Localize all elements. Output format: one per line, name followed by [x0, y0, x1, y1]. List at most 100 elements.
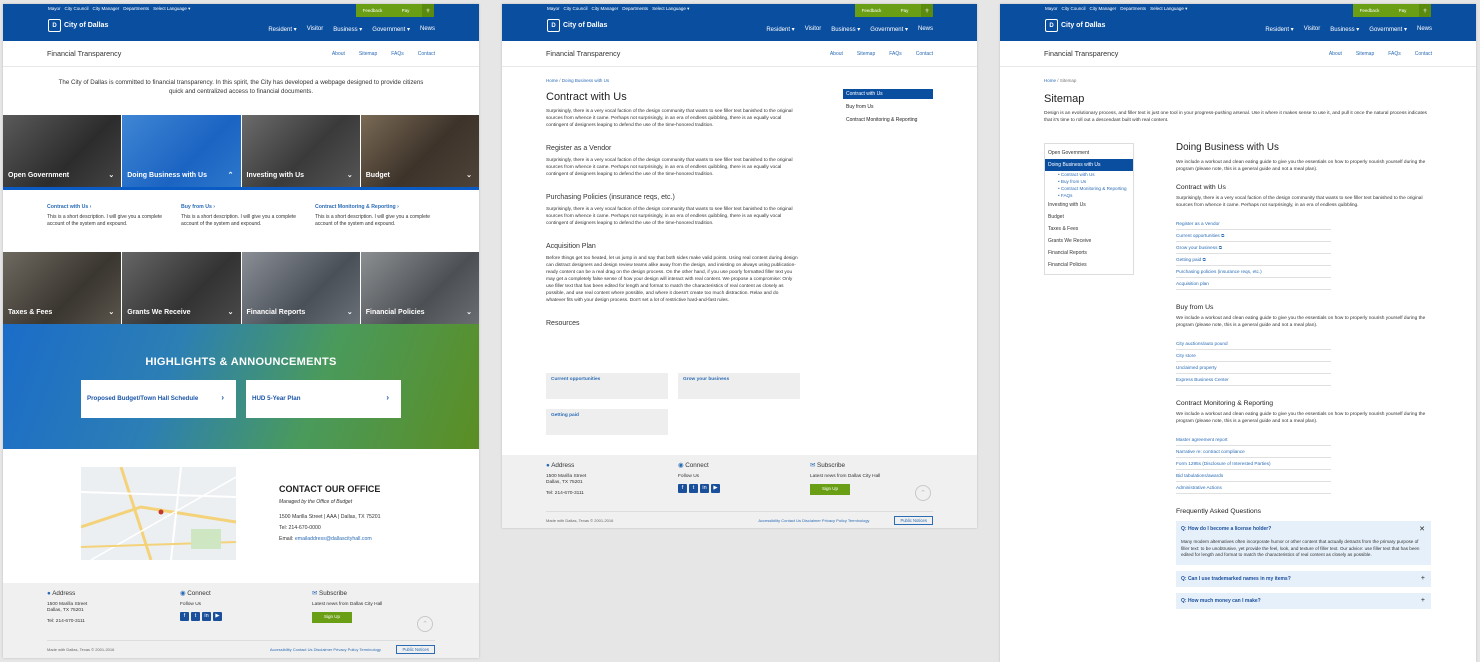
- nav-sub-monitoring[interactable]: Contract Monitoring & Reporting: [1045, 185, 1133, 192]
- signup-button[interactable]: Sign Up: [810, 484, 851, 495]
- link-purchasing-policies[interactable]: Purchasing policies (insurance reqs, etc…: [1176, 266, 1331, 278]
- nav-visitor[interactable]: Visitor: [307, 26, 324, 33]
- feedback-button[interactable]: Feedback: [356, 8, 389, 13]
- city-logo[interactable]: D City of Dallas: [547, 19, 607, 32]
- section-title[interactable]: Financial Transparency: [546, 49, 620, 58]
- util-link-manager[interactable]: City Manager: [93, 6, 120, 12]
- footer-links[interactable]: Accessibility Contact Us Disclaimer Priv…: [758, 518, 869, 523]
- about-link[interactable]: About: [1329, 51, 1342, 57]
- tile-budget[interactable]: Budget ⌄: [360, 115, 479, 187]
- link-administrative-actions[interactable]: Administrative Actions: [1176, 482, 1331, 494]
- link-narrative-compliance[interactable]: Narrative re: contract compliance: [1176, 446, 1331, 458]
- nav-open-government[interactable]: Open Government: [1045, 147, 1133, 159]
- util-link-council[interactable]: City Council: [564, 6, 588, 12]
- link-city-store[interactable]: City store: [1176, 350, 1331, 362]
- nav-taxes-fees[interactable]: Taxes & Fees: [1045, 223, 1133, 235]
- nav-government[interactable]: Government ▾: [372, 26, 410, 33]
- nav-visitor[interactable]: Visitor: [1304, 26, 1321, 33]
- facebook-icon[interactable]: f: [180, 612, 189, 621]
- sidenav-buy-from-us[interactable]: Buy from Us: [843, 102, 933, 112]
- highlight-card-budget[interactable]: Proposed Budget/Town Hall Schedule ›: [81, 380, 236, 418]
- tile-doing-business[interactable]: Doing Business with Us ⌃: [122, 115, 241, 187]
- nav-visitor[interactable]: Visitor: [805, 26, 822, 33]
- about-link[interactable]: About: [830, 51, 843, 57]
- breadcrumb-home[interactable]: Home: [1044, 78, 1056, 83]
- link-unclaimed-property[interactable]: Unclaimed property: [1176, 362, 1331, 374]
- footer-links[interactable]: Accessibility Contact Us Disclaimer Priv…: [270, 647, 381, 652]
- util-link-departments[interactable]: Departments: [1120, 6, 1146, 12]
- link-acquisition-plan[interactable]: Acquisition plan: [1176, 278, 1331, 290]
- nav-resident[interactable]: Resident ▾: [268, 26, 296, 33]
- util-link-departments[interactable]: Departments: [123, 6, 149, 12]
- nav-budget[interactable]: Budget: [1045, 211, 1133, 223]
- tile-financial-policies[interactable]: Financial Policies ⌄: [360, 252, 479, 324]
- link-getting-paid[interactable]: Getting paid ⧉: [1176, 254, 1331, 266]
- contact-link[interactable]: Contact: [916, 51, 933, 57]
- city-logo[interactable]: D City of Dallas: [1045, 19, 1105, 32]
- signup-button[interactable]: Sign Up: [312, 612, 353, 623]
- linkedin-icon[interactable]: in: [202, 612, 211, 621]
- nav-investing[interactable]: Investing with Us: [1045, 199, 1133, 211]
- tile-grants[interactable]: Grants We Receive ⌄: [122, 252, 241, 324]
- search-icon[interactable]: ⚲: [1419, 4, 1431, 17]
- breadcrumb-current[interactable]: Doing Business with Us: [562, 78, 609, 83]
- pay-button[interactable]: Pay: [1386, 8, 1419, 13]
- nav-sub-buy[interactable]: Buy from Us: [1045, 178, 1133, 185]
- sitemap-link[interactable]: Sitemap: [1356, 51, 1374, 57]
- pay-button[interactable]: Pay: [389, 8, 422, 13]
- link-form-1295[interactable]: Form 1295s (Disclosure of Interested Par…: [1176, 458, 1331, 470]
- faqs-link[interactable]: FAQs: [1388, 51, 1401, 57]
- linkedin-icon[interactable]: in: [700, 484, 709, 493]
- section-title[interactable]: Financial Transparency: [1044, 49, 1118, 58]
- public-notices-button[interactable]: Public Notices: [396, 645, 435, 654]
- subitem-buy[interactable]: Buy from Us › This is a short description…: [181, 204, 301, 252]
- language-select[interactable]: Select Language ▾: [652, 6, 689, 12]
- search-icon[interactable]: ⚲: [921, 4, 933, 17]
- search-icon[interactable]: ⚲: [422, 4, 434, 17]
- util-link-mayor[interactable]: Mayor: [1045, 6, 1058, 12]
- util-link-council[interactable]: City Council: [1062, 6, 1086, 12]
- nav-news[interactable]: News: [918, 26, 933, 33]
- nav-financial-reports[interactable]: Financial Reports: [1045, 247, 1133, 259]
- office-map[interactable]: [81, 467, 236, 560]
- faq-question[interactable]: Q: How do I become a license holder?: [1181, 526, 1271, 532]
- util-link-mayor[interactable]: Mayor: [48, 6, 61, 12]
- subitem-contract[interactable]: Contract with Us › This is a short descri…: [47, 204, 167, 252]
- section-title[interactable]: Financial Transparency: [47, 49, 121, 58]
- faq-question[interactable]: Q: Can I use trademarked names in my ite…: [1181, 576, 1291, 582]
- highlight-card-hud[interactable]: HUD 5-Year Plan ›: [246, 380, 401, 418]
- twitter-icon[interactable]: t: [689, 484, 698, 493]
- nav-business[interactable]: Business ▾: [1330, 26, 1359, 33]
- nav-government[interactable]: Government ▾: [1369, 26, 1407, 33]
- link-master-agreement[interactable]: Master agreement report: [1176, 434, 1331, 446]
- tile-open-government[interactable]: Open Government ⌄: [3, 115, 122, 187]
- util-link-mayor[interactable]: Mayor: [547, 6, 560, 12]
- nav-financial-policies[interactable]: Financial Policies: [1045, 259, 1133, 271]
- sidenav-contract-monitoring[interactable]: Contract Monitoring & Reporting: [843, 115, 933, 125]
- contact-link[interactable]: Contact: [418, 51, 435, 57]
- util-link-manager[interactable]: City Manager: [1090, 6, 1117, 12]
- city-logo[interactable]: D City of Dallas: [48, 19, 108, 32]
- back-to-top-icon[interactable]: ⌃: [417, 616, 433, 632]
- nav-resident[interactable]: Resident ▾: [1265, 26, 1293, 33]
- nav-doing-business[interactable]: Doing Business with Us: [1045, 159, 1133, 171]
- breadcrumb-home[interactable]: Home: [546, 78, 558, 83]
- tile-financial-reports[interactable]: Financial Reports ⌄: [241, 252, 360, 324]
- sitemap-link[interactable]: Sitemap: [857, 51, 875, 57]
- resource-current-opportunities[interactable]: Current opportunities: [546, 373, 668, 399]
- about-link[interactable]: About: [332, 51, 345, 57]
- back-to-top-icon[interactable]: ⌃: [915, 485, 931, 501]
- subitem-monitoring[interactable]: Contract Monitoring & Reporting › This is…: [315, 204, 435, 252]
- nav-sub-contract[interactable]: Contract with Us: [1045, 171, 1133, 178]
- nav-grants[interactable]: Grants We Receive: [1045, 235, 1133, 247]
- link-city-auctions[interactable]: City auctions/auto pound: [1176, 338, 1331, 350]
- contact-email-link[interactable]: emailaddress@dallascityhall.com: [295, 536, 372, 542]
- tile-taxes-fees[interactable]: Taxes & Fees ⌄: [3, 252, 122, 324]
- faq-question[interactable]: Q: How much money can I make?: [1181, 598, 1261, 604]
- util-link-manager[interactable]: City Manager: [592, 6, 619, 12]
- pay-button[interactable]: Pay: [888, 8, 921, 13]
- contact-link[interactable]: Contact: [1415, 51, 1432, 57]
- feedback-button[interactable]: Feedback: [855, 8, 888, 13]
- nav-government[interactable]: Government ▾: [870, 26, 908, 33]
- youtube-icon[interactable]: ▶: [711, 484, 720, 493]
